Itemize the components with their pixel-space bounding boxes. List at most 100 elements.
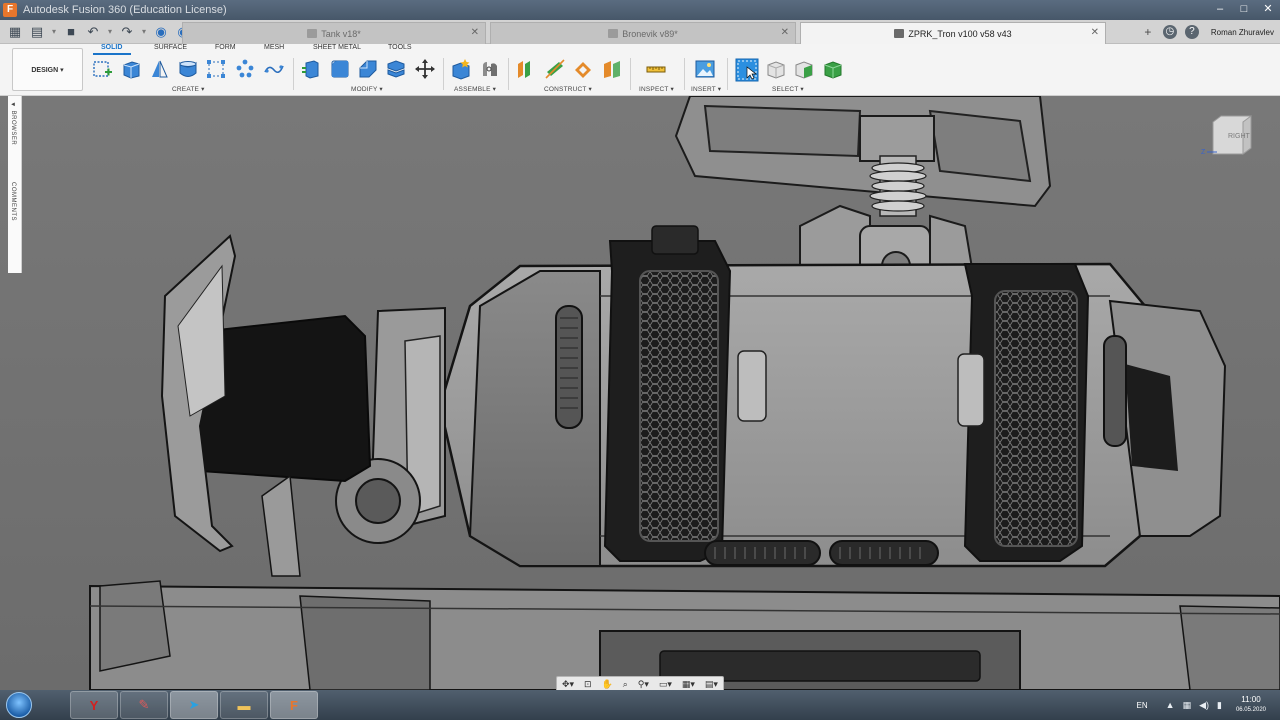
- network-icon[interactable]: ▦: [1183, 700, 1192, 711]
- pattern-icon[interactable]: [234, 58, 256, 80]
- start-button[interactable]: [6, 692, 32, 718]
- clock-icon[interactable]: ◷: [1162, 25, 1177, 39]
- tab-surface[interactable]: SURFACE: [154, 44, 187, 51]
- insert-group-label[interactable]: INSERT ▾: [691, 85, 721, 93]
- paint-app-icon[interactable]: ✎: [120, 691, 168, 719]
- measure-icon[interactable]: [645, 58, 667, 80]
- sweep-icon[interactable]: [177, 58, 199, 80]
- undo-icon[interactable]: ↶: [82, 22, 104, 42]
- help-icon[interactable]: ?: [1184, 25, 1199, 39]
- chamfer-icon[interactable]: [357, 58, 379, 80]
- clock[interactable]: 11:00 06.05.2020: [1236, 695, 1266, 715]
- pan-icon[interactable]: ✋: [602, 679, 613, 690]
- loft-icon[interactable]: [205, 58, 227, 80]
- tab-form[interactable]: FORM: [215, 44, 236, 51]
- tray-expand-icon[interactable]: ▲: [1166, 700, 1175, 710]
- inspect-group-label[interactable]: INSPECT ▾: [639, 85, 674, 93]
- fusion-360-taskbar-icon[interactable]: F: [270, 691, 318, 719]
- redo-chevron-icon[interactable]: ▾: [138, 22, 150, 42]
- canvas-viewport[interactable]: ◄ BROWSER COMMENTS RIGHT Z ✥▾ ⊡ ✋ ⌕ ⚲▾ ▭…: [0, 96, 1280, 690]
- point-icon[interactable]: [572, 58, 594, 80]
- telegram-icon[interactable]: ➤: [170, 691, 218, 719]
- grid-icon[interactable]: ▦: [4, 22, 26, 42]
- file-menu-chevron-icon[interactable]: ▾: [48, 22, 60, 42]
- tab-solid[interactable]: SOLID: [101, 44, 122, 51]
- minimize-button[interactable]: –: [1208, 0, 1232, 20]
- job-status-icon[interactable]: ◉: [150, 22, 172, 42]
- workspace-switcher[interactable]: DESIGN ▾: [12, 48, 83, 91]
- close-window-button[interactable]: ✕: [1256, 0, 1280, 20]
- language-indicator[interactable]: EN: [1137, 701, 1148, 710]
- viewcube-z-label: Z: [1201, 149, 1206, 156]
- yandex-browser-icon[interactable]: Y: [70, 691, 118, 719]
- extrude-icon[interactable]: [120, 58, 142, 80]
- ribbon-divider: [684, 58, 685, 90]
- press-pull-icon[interactable]: [300, 58, 322, 80]
- tab-zprk-tron[interactable]: ZPRK_Tron v100 v58 v43 ✕: [800, 22, 1106, 44]
- redo-icon[interactable]: ↷: [116, 22, 138, 42]
- look-at-icon[interactable]: ⊡: [584, 679, 592, 690]
- grid-settings-icon[interactable]: ▦▾: [682, 679, 695, 690]
- zoom-icon[interactable]: ⌕: [623, 679, 628, 690]
- new-component-icon[interactable]: [450, 58, 472, 80]
- viewcube-icon[interactable]: RIGHT Z: [1199, 114, 1259, 164]
- close-tab-icon[interactable]: ✕: [1091, 27, 1099, 38]
- volume-icon[interactable]: ◀): [1199, 700, 1209, 711]
- close-tab-icon[interactable]: ✕: [781, 27, 789, 38]
- fusion-logo-icon: F: [3, 3, 17, 17]
- tab-tools[interactable]: TOOLS: [388, 44, 412, 51]
- tab-sheet-metal[interactable]: SHEET METAL: [313, 44, 361, 51]
- tab-mesh[interactable]: MESH: [264, 44, 284, 51]
- model-3d-render: [89, 96, 1280, 690]
- file-explorer-icon[interactable]: ▬: [220, 691, 268, 719]
- axis-through-cylinder-icon[interactable]: [544, 58, 566, 80]
- tab-bronevik[interactable]: Bronevik v89* ✕: [490, 22, 796, 44]
- toolbar-ribbon: DESIGN ▾ SOLID SURFACE FORM MESH SHEET M…: [0, 44, 1280, 96]
- maximize-button[interactable]: □: [1232, 0, 1256, 20]
- undo-chevron-icon[interactable]: ▾: [104, 22, 116, 42]
- component-select-icon[interactable]: [822, 58, 844, 80]
- midplane-icon[interactable]: [601, 58, 623, 80]
- tab-label: Bronevik v89*: [622, 28, 678, 39]
- joint-icon[interactable]: [479, 58, 501, 80]
- fusion-360-window: F Autodesk Fusion 360 (Education License…: [0, 0, 1280, 720]
- construct-group-label[interactable]: CONSTRUCT ▾: [544, 85, 592, 93]
- window-title: Autodesk Fusion 360 (Education License): [23, 4, 227, 16]
- viewcube-face-label: RIGHT: [1228, 133, 1251, 140]
- ribbon-divider: [293, 58, 294, 90]
- select-icon[interactable]: [735, 58, 759, 82]
- windows-taskbar: Y ✎ ➤ ▬ F EN ▲ ▦ ◀) ▮ 11:00 06.05.2020: [0, 690, 1280, 720]
- create-sketch-icon[interactable]: [92, 58, 114, 80]
- comments-toggle[interactable]: COMMENTS: [10, 182, 16, 221]
- orbit-icon[interactable]: ✥▾: [562, 679, 574, 690]
- body-select-icon[interactable]: [765, 58, 787, 80]
- browser-toggle[interactable]: ◄ BROWSER: [10, 102, 16, 145]
- new-tab-button[interactable]: +: [1139, 23, 1157, 41]
- display-settings-icon[interactable]: ▭▾: [659, 679, 672, 690]
- quick-access-toolbar: ▦ ▤ ▾ ■ ↶ ▾ ↷ ▾ ◉ ◉: [0, 20, 194, 44]
- modify-group-label[interactable]: MODIFY ▾: [351, 85, 383, 93]
- mirror-icon[interactable]: [263, 58, 285, 80]
- power-icon[interactable]: ▮: [1217, 700, 1222, 711]
- fit-icon[interactable]: ⚲▾: [638, 679, 649, 690]
- shell-icon[interactable]: [385, 58, 407, 80]
- save-icon[interactable]: ■: [60, 22, 82, 42]
- tab-tank[interactable]: Tank v18* ✕: [182, 22, 486, 44]
- navigation-bar: ✥▾ ⊡ ✋ ⌕ ⚲▾ ▭▾ ▦▾ ▤▾: [556, 676, 724, 690]
- select-group-label[interactable]: SELECT ▾: [772, 85, 804, 93]
- ribbon-divider: [508, 58, 509, 90]
- fillet-icon[interactable]: [329, 58, 351, 80]
- assemble-group-label[interactable]: ASSEMBLE ▾: [454, 85, 496, 93]
- ribbon-divider: [443, 58, 444, 90]
- file-menu-icon[interactable]: ▤: [26, 22, 48, 42]
- face-select-icon[interactable]: [793, 58, 815, 80]
- viewports-icon[interactable]: ▤▾: [705, 679, 718, 690]
- close-tab-icon[interactable]: ✕: [471, 27, 479, 38]
- move-copy-icon[interactable]: [414, 58, 436, 80]
- insert-image-icon[interactable]: [694, 58, 716, 80]
- document-icon: [608, 29, 619, 38]
- create-group-label[interactable]: CREATE ▾: [172, 85, 205, 93]
- revolve-icon[interactable]: [148, 58, 170, 80]
- offset-plane-icon[interactable]: [515, 58, 537, 80]
- user-name[interactable]: Roman Zhuravlev: [1211, 28, 1274, 37]
